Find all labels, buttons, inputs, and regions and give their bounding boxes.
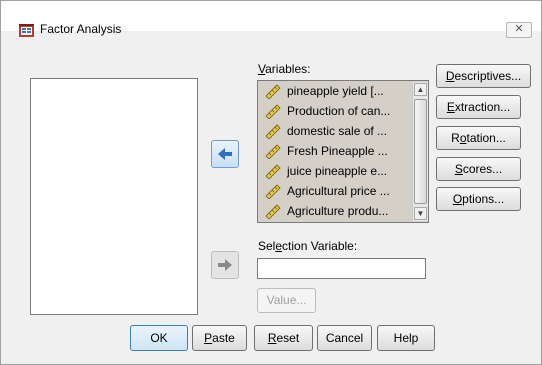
scale-variable-icon <box>265 184 281 199</box>
factor-analysis-dialog: Factor Analysis ✕ Variables: pineapple y… <box>0 0 542 365</box>
scale-variable-icon <box>265 164 281 179</box>
rotation-button[interactable]: Rotation... <box>436 126 521 150</box>
chevron-down-icon: ▼ <box>416 209 425 218</box>
source-variable-list[interactable] <box>30 78 198 315</box>
help-button[interactable]: Help <box>377 325 435 351</box>
scale-variable-icon <box>265 204 281 219</box>
close-button[interactable]: ✕ <box>506 22 532 38</box>
ok-button[interactable]: OK <box>130 325 188 351</box>
extraction-button[interactable]: Extraction... <box>436 95 521 119</box>
scale-variable-icon <box>265 84 281 99</box>
scroll-down-button[interactable]: ▼ <box>414 207 427 220</box>
options-button[interactable]: Options... <box>436 187 521 211</box>
list-item[interactable]: Fresh Pineapple ... <box>261 142 411 161</box>
descriptives-button[interactable]: Descriptives... <box>436 64 531 88</box>
list-item[interactable]: Agricultural price ... <box>261 182 411 201</box>
close-icon: ✕ <box>514 23 524 35</box>
value-button[interactable]: Value... <box>257 288 316 313</box>
spss-dialog-icon <box>19 24 34 37</box>
list-item[interactable]: pineapple yield [... <box>261 82 411 101</box>
list-item[interactable]: Production of can... <box>261 102 411 121</box>
scroll-up-button[interactable]: ▲ <box>414 83 427 96</box>
list-item[interactable]: Agriculture produ... <box>261 202 411 221</box>
scale-variable-icon <box>265 144 281 159</box>
selection-variable-label: Selection Variable: <box>258 239 358 253</box>
paste-button[interactable]: Paste <box>192 325 247 351</box>
scroll-thumb[interactable] <box>414 99 427 204</box>
arrow-left-icon <box>218 148 232 160</box>
scores-button[interactable]: Scores... <box>436 157 521 181</box>
arrow-right-icon <box>218 259 232 271</box>
scale-variable-icon <box>265 104 281 119</box>
cancel-button[interactable]: Cancel <box>317 325 372 351</box>
move-to-selection-button[interactable] <box>211 251 239 279</box>
selection-variable-field[interactable] <box>257 258 426 279</box>
list-item[interactable]: juice pineapple e... <box>261 162 411 181</box>
scale-variable-icon <box>265 124 281 139</box>
reset-button[interactable]: Reset <box>254 325 313 351</box>
variables-scrollbar[interactable]: ▲ ▼ <box>412 82 428 221</box>
variables-list[interactable]: pineapple yield [... Production of can..… <box>257 80 429 223</box>
list-item[interactable]: domestic sale of ... <box>261 122 411 141</box>
window-title: Factor Analysis <box>40 22 122 36</box>
variables-label: Variables: <box>258 62 311 76</box>
move-to-variables-button[interactable] <box>211 140 239 168</box>
chevron-up-icon: ▲ <box>416 85 425 94</box>
